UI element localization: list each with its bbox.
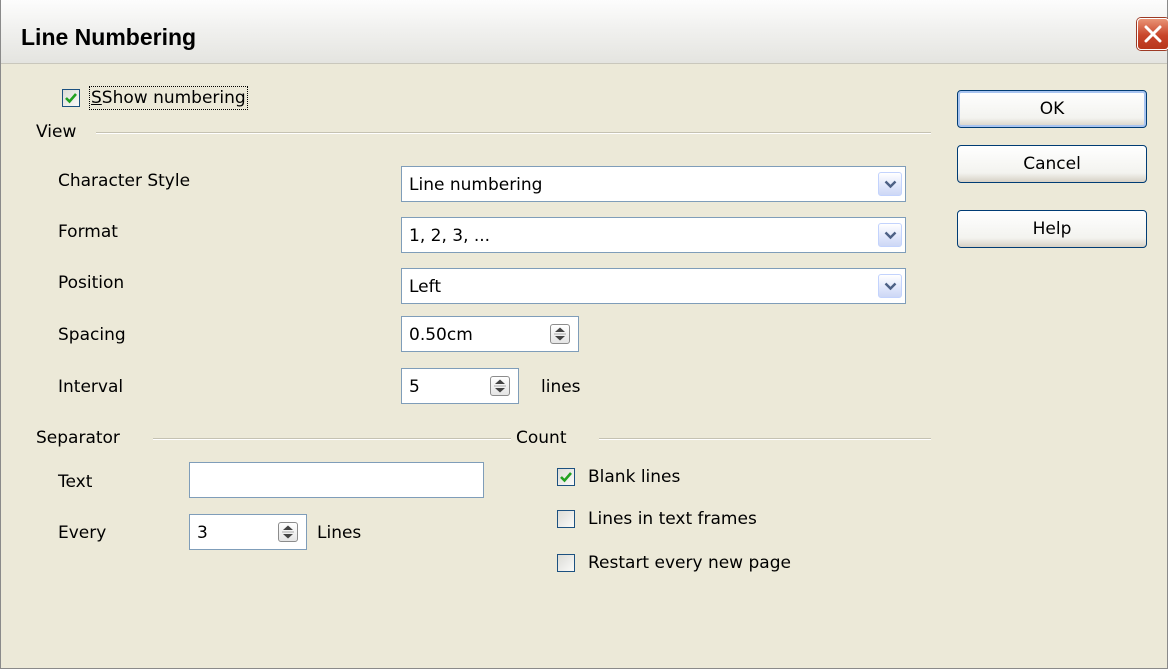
show-numbering-text: Show numbering: [101, 88, 246, 108]
interval-value: 5: [409, 377, 420, 397]
separator-every-spin-button[interactable]: [278, 522, 298, 542]
separator-every-spinbox[interactable]: 3: [189, 514, 307, 550]
character-style-value: Line numbering: [409, 175, 543, 195]
interval-label: Interval: [58, 377, 124, 397]
character-style-select[interactable]: Line numbering: [401, 166, 906, 202]
separator-every-value: 3: [197, 523, 208, 543]
format-value: 1, 2, 3, ...: [409, 226, 491, 246]
show-numbering-label[interactable]: SShow numbering: [89, 86, 248, 110]
spacing-value: 0.50cm: [409, 325, 473, 345]
position-dropdown-button[interactable]: [878, 274, 902, 298]
lines-in-text-frames-label[interactable]: Lines in text frames: [588, 509, 757, 529]
character-style-dropdown-button[interactable]: [878, 172, 902, 196]
dialog-title: Line Numbering: [21, 24, 197, 50]
title-bar[interactable]: Line Numbering: [1, 0, 1168, 64]
lines-in-text-frames-checkbox[interactable]: [557, 510, 575, 528]
format-select[interactable]: 1, 2, 3, ...: [401, 217, 906, 253]
separator-every-label: Every: [58, 523, 107, 543]
interval-spinbox[interactable]: 5: [401, 368, 519, 404]
separator-text-label: Text: [58, 472, 93, 492]
character-style-label-text: Character Style: [58, 171, 191, 191]
format-label: Format: [58, 222, 118, 242]
separator-divider: [153, 438, 511, 440]
blank-lines-label[interactable]: Blank lines: [588, 467, 680, 487]
ok-button[interactable]: OK: [957, 90, 1147, 128]
spacing-spin-button[interactable]: [550, 324, 570, 344]
position-value: Left: [409, 277, 441, 297]
interval-spin-button[interactable]: [490, 376, 510, 396]
line-numbering-dialog: Line Numbering SShow numbering View Char…: [0, 0, 1168, 669]
separator-every-unit: Lines: [317, 523, 362, 543]
view-heading: View: [36, 122, 77, 142]
spacing-spinbox[interactable]: 0.50cm: [401, 316, 579, 352]
spacing-label: Spacing: [58, 325, 126, 345]
show-numbering-checkbox[interactable]: [62, 89, 80, 107]
interval-unit: lines: [541, 377, 581, 397]
count-heading: Count: [516, 428, 567, 448]
format-dropdown-button[interactable]: [878, 223, 902, 247]
blank-lines-checkbox[interactable]: [557, 468, 575, 486]
count-divider: [599, 438, 931, 440]
separator-heading: Separator: [36, 428, 120, 448]
character-style-label: Character Style: [58, 171, 190, 191]
view-divider: [96, 132, 931, 134]
separator-text-input[interactable]: [189, 462, 484, 498]
help-button[interactable]: Help: [957, 210, 1147, 248]
restart-every-new-page-label[interactable]: Restart every new page: [588, 553, 791, 573]
close-button[interactable]: [1137, 18, 1168, 50]
restart-every-new-page-checkbox[interactable]: [557, 554, 575, 572]
position-select[interactable]: Left: [401, 268, 906, 304]
dialog-body: SShow numbering View Character Style Lin…: [1, 64, 1167, 668]
position-label: Position: [58, 273, 125, 293]
cancel-button[interactable]: Cancel: [957, 145, 1147, 183]
